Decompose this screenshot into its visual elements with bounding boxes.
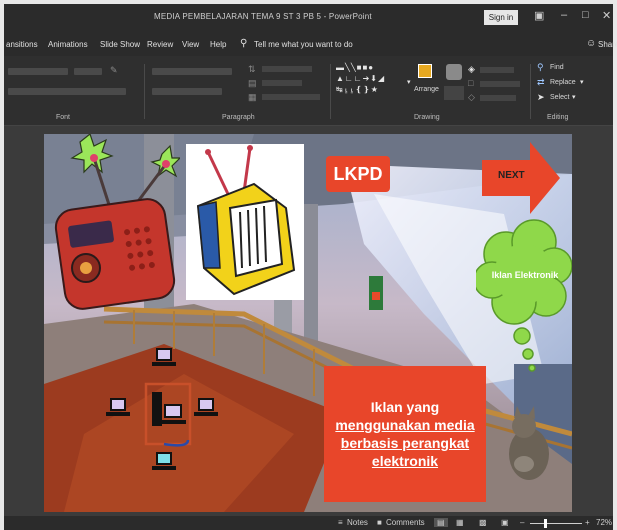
quick-styles-label[interactable] [444, 86, 464, 100]
tell-me-search[interactable]: Tell me what you want to do [254, 40, 353, 49]
radio-icon [54, 134, 180, 310]
status-bar: ≡ Notes ■ Comments ▤ ▦ ▩ ▣ – + 72% [4, 516, 613, 530]
select-button[interactable]: Select [550, 94, 569, 101]
shape-outline-icon[interactable]: □ [468, 78, 473, 88]
cloud-bubble-shape[interactable] [476, 218, 572, 378]
cloud-text: Iklan Elektronik [491, 270, 559, 280]
shape-fill-icon[interactable]: ◈ [468, 64, 475, 75]
lkpd-label: LKPD [333, 163, 383, 184]
list-buttons[interactable] [152, 68, 232, 75]
replace-icon[interactable]: ⇄ [537, 77, 545, 88]
zoom-level[interactable]: 72% [596, 518, 612, 527]
editing-group-label: Editing [547, 114, 569, 121]
comments-icon[interactable]: ■ [377, 518, 382, 527]
drawing-group-label: Drawing [414, 114, 440, 121]
arrange-button[interactable]: Arrange [414, 86, 439, 93]
close-icon[interactable]: ✕ [602, 9, 611, 22]
comments-button[interactable]: Comments [386, 518, 425, 527]
sign-in-button[interactable]: Sign in [484, 10, 518, 25]
tab-help[interactable]: Help [210, 40, 226, 49]
select-cursor-icon[interactable]: ➤ [537, 92, 545, 103]
slide-show-icon[interactable]: ▣ [501, 518, 509, 527]
ribbon: ✎ Font ⇅ ▤ ▦ Paragraph ▬╲╲■■● ▲∟∟➔⬇◢ ↹⍸⍸❴❵… [4, 56, 613, 126]
font-name-box[interactable] [8, 68, 68, 75]
minimize-icon[interactable]: – [561, 9, 567, 21]
tv-image-panel [186, 144, 304, 300]
zoom-slider-thumb[interactable] [544, 519, 547, 528]
ribbon-display-options-icon[interactable]: ▣ [534, 9, 544, 22]
find-icon[interactable]: ⚲ [537, 62, 544, 73]
notes-button[interactable]: Notes [347, 518, 368, 527]
main-text-line-1: Iklan yang [370, 399, 440, 415]
separator [330, 64, 331, 119]
shape-fill-label[interactable] [480, 67, 514, 73]
select-dropdown-icon[interactable]: ▾ [572, 93, 576, 101]
main-text-line-4: elektronik [371, 453, 439, 469]
slide-sorter-icon[interactable]: ▦ [456, 518, 464, 527]
format-painter-icon[interactable]: ✎ [110, 65, 118, 76]
tab-animations[interactable]: Animations [48, 40, 88, 49]
paragraph-group-label: Paragraph [222, 114, 255, 121]
replace-button[interactable]: Replace [550, 79, 576, 86]
font-size-box[interactable] [74, 68, 102, 75]
shapes-more-icon[interactable]: ▾ [407, 78, 411, 86]
find-button[interactable]: Find [550, 64, 564, 71]
quick-styles-icon[interactable] [446, 64, 462, 80]
slide[interactable]: LKPD NEXT Iklan Elektronik Iklan yang me… [44, 134, 572, 512]
computer-network-icon [106, 348, 218, 470]
align-text-label[interactable] [262, 80, 302, 86]
lkpd-button[interactable]: LKPD [326, 156, 390, 192]
title-bar: MEDIA PEMBELAJARAN TEMA 9 ST 3 PB 5 - Po… [4, 4, 613, 32]
tab-review[interactable]: Review [147, 40, 173, 49]
main-text-box[interactable]: Iklan yang menggunakan media berbasis pe… [324, 366, 486, 502]
zoom-slider[interactable] [530, 523, 582, 524]
zoom-in-icon[interactable]: + [585, 518, 590, 527]
normal-view-icon[interactable]: ▤ [434, 518, 448, 527]
main-text-line-2: menggunakan media [335, 417, 475, 433]
share-button[interactable]: Share [598, 40, 617, 49]
tab-transitions[interactable]: ansitions [6, 40, 38, 49]
maximize-icon[interactable]: □ [582, 9, 589, 21]
arrange-icon[interactable] [418, 64, 432, 78]
align-text-icon[interactable]: ▤ [248, 78, 257, 89]
television-icon [196, 145, 296, 296]
powerpoint-window: MEDIA PEMBELAJARAN TEMA 9 ST 3 PB 5 - Po… [0, 0, 617, 530]
separator [144, 64, 145, 119]
shapes-gallery[interactable]: ▬╲╲■■● ▲∟∟➔⬇◢ ↹⍸⍸❴❵★ [336, 62, 385, 95]
ribbon-tabs: ansitions Animations Slide Show Review V… [4, 32, 617, 56]
window-title: MEDIA PEMBELAJARAN TEMA 9 ST 3 PB 5 - Po… [154, 12, 372, 21]
alignment-buttons[interactable] [152, 88, 222, 95]
smartart-label[interactable] [262, 94, 320, 100]
zoom-out-icon[interactable]: – [520, 518, 524, 527]
separator [530, 64, 531, 119]
font-style-buttons[interactable] [8, 88, 126, 95]
font-group-label: Font [56, 114, 71, 121]
text-direction-label[interactable] [262, 66, 312, 72]
shape-effects-icon[interactable]: ◇ [468, 92, 475, 103]
tab-view[interactable]: View [182, 40, 199, 49]
shape-outline-label[interactable] [480, 81, 520, 87]
reading-view-icon[interactable]: ▩ [479, 518, 487, 527]
tab-slide-show[interactable]: Slide Show [100, 40, 140, 49]
smartart-icon[interactable]: ▦ [248, 92, 257, 103]
next-label: NEXT [498, 170, 525, 181]
share-icon[interactable]: ☺ [586, 38, 596, 49]
replace-dropdown-icon[interactable]: ▾ [580, 78, 584, 86]
notes-icon[interactable]: ≡ [338, 518, 343, 527]
main-text-line-3: berbasis perangkat [340, 435, 470, 451]
lightbulb-icon: ⚲ [240, 38, 248, 49]
shape-effects-label[interactable] [480, 95, 516, 101]
text-direction-icon[interactable]: ⇅ [248, 64, 256, 75]
